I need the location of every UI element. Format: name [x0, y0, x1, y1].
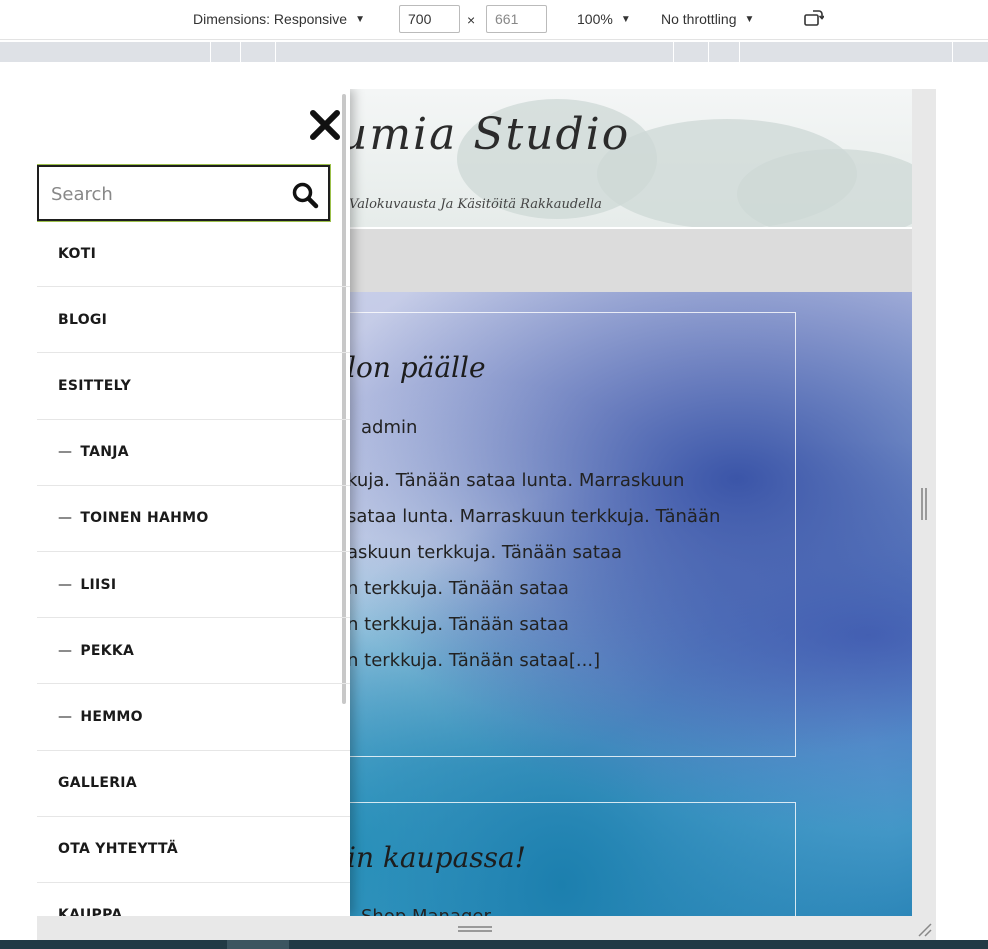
post-excerpt-line: sataa lunta. Marraskuun terkkuja. Tänään — [347, 506, 721, 527]
devtools-toolbar: Dimensions: Responsive ▼ × 100% ▼ No thr… — [0, 0, 988, 40]
site-title[interactable]: umia Studio — [339, 109, 630, 160]
post-excerpt-line[interactable]: n terkkuja. Tänään sataa[...] — [347, 650, 600, 671]
submenu-dash: — — [58, 642, 73, 659]
resize-handle-corner[interactable] — [916, 921, 932, 937]
bottom-bar — [0, 940, 988, 949]
submenu-dash: — — [58, 708, 73, 725]
post-author[interactable]: Shop Manager — [361, 906, 491, 916]
menu-item[interactable]: ESITTELY — [37, 353, 350, 420]
post-card: in kaupassa! Shop Manager — [296, 802, 796, 916]
post-author[interactable]: admin — [361, 417, 417, 438]
menu-list: KOTI BLOGI ESITTELY — TANJA — TOINEN HAHMO — LII… — [37, 221, 350, 916]
submenu-dash: — — [58, 576, 73, 593]
post-excerpt-line: n terkkuja. Tänään sataa — [347, 614, 569, 635]
caret-down-icon: ▼ — [355, 13, 365, 25]
post-excerpt-line: kuja. Tänään sataa lunta. Marraskuun — [347, 470, 685, 491]
menu-item[interactable]: — LIISI — [37, 552, 350, 619]
post-title[interactable]: lon päälle — [347, 351, 486, 384]
search-input[interactable] — [51, 179, 281, 209]
menu-item-label: ESITTELY — [58, 377, 132, 394]
menu-item-label: TOINEN HAHMO — [80, 510, 209, 527]
menu-item[interactable]: — HEMMO — [37, 684, 350, 751]
throttling-dropdown[interactable]: No throttling ▼ — [661, 11, 754, 27]
resize-handle-right[interactable] — [921, 488, 927, 520]
dimensions-label: Dimensions: Responsive — [193, 11, 348, 27]
menu-item[interactable]: — PEKKA — [37, 618, 350, 685]
close-icon[interactable] — [308, 108, 342, 142]
device-viewport: umia Studio Valokuvausta Ja Käsitöitä Ra… — [37, 89, 912, 916]
menu-item[interactable]: BLOGI — [37, 287, 350, 354]
post-card: lon päälle admin kuja. Tänään sataa lunt… — [296, 312, 796, 757]
menu-item-label: HEMMO — [80, 708, 143, 725]
submenu-dash: — — [58, 510, 73, 527]
submenu-dash: — — [58, 444, 73, 461]
caret-down-icon: ▼ — [744, 13, 755, 25]
menu-item-label: KOTI — [58, 245, 97, 262]
menu-item-label: GALLERIA — [58, 775, 137, 792]
menu-item[interactable]: OTA YHTEYTTÄ — [37, 817, 350, 883]
menu-item[interactable]: KOTI — [37, 221, 350, 288]
width-input[interactable] — [399, 5, 460, 33]
throttling-label: No throttling — [661, 11, 737, 27]
mobile-menu-panel: KOTI BLOGI ESITTELY — TANJA — TOINEN HAHMO — LII… — [37, 89, 350, 916]
zoom-label: 100% — [577, 11, 613, 27]
caret-down-icon: ▼ — [620, 13, 631, 25]
menu-item-label: LIISI — [80, 576, 117, 593]
menu-item-label: OTA YHTEYTTÄ — [58, 841, 178, 858]
zoom-dropdown[interactable]: 100% ▼ — [577, 11, 631, 27]
menu-item[interactable]: — TANJA — [37, 420, 350, 486]
search-form — [37, 164, 331, 222]
menu-item[interactable]: GALLERIA — [37, 751, 350, 817]
menu-item[interactable]: — TOINEN HAHMO — [37, 486, 350, 552]
height-input[interactable] — [486, 5, 547, 33]
dimensions-dropdown[interactable]: Dimensions: Responsive ▼ — [193, 11, 365, 27]
resize-handle-bottom[interactable] — [458, 926, 492, 932]
post-excerpt-line: n terkkuja. Tänään sataa — [347, 578, 569, 599]
menu-item-label: KAUPPA — [58, 907, 123, 916]
menu-item-label: PEKKA — [80, 642, 135, 659]
menu-item-label: BLOGI — [58, 311, 108, 328]
search-icon[interactable] — [291, 181, 319, 209]
times-sign: × — [467, 12, 476, 28]
media-query-ruler[interactable] — [0, 42, 988, 62]
post-title[interactable]: in kaupassa! — [347, 841, 526, 874]
menu-item[interactable]: KAUPPA — [37, 883, 350, 916]
menu-item-label: TANJA — [80, 444, 129, 461]
post-excerpt-line: askuun terkkuja. Tänään sataa — [347, 542, 622, 563]
rotate-icon[interactable] — [804, 9, 824, 27]
site-tagline: Valokuvausta Ja Käsitöitä Rakkaudella — [349, 197, 602, 212]
